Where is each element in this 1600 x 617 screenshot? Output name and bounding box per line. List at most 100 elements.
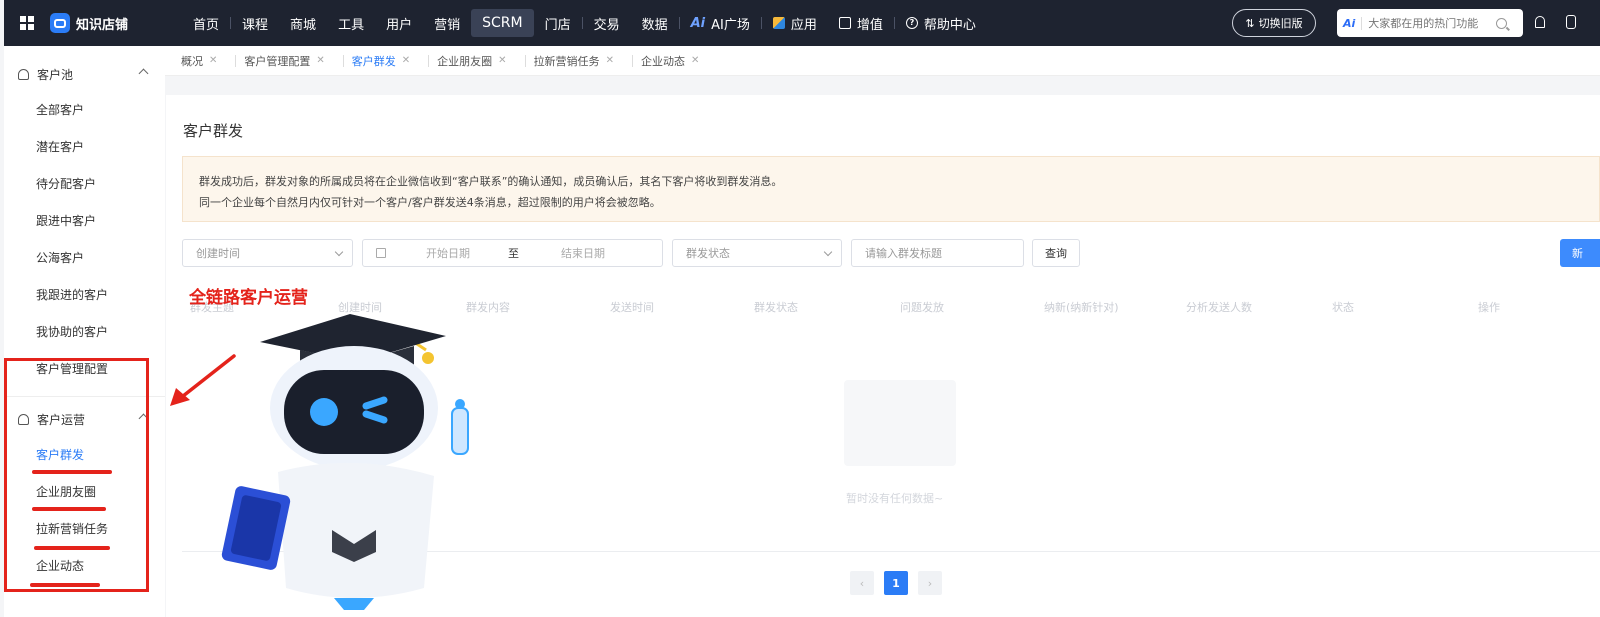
highlight-underline	[34, 546, 110, 550]
global-search[interactable]: Ai	[1337, 9, 1523, 37]
sidebar-item-mass-message[interactable]: 客户群发	[4, 437, 165, 474]
close-icon[interactable]: ✕	[316, 55, 324, 66]
tab-divider	[524, 54, 526, 67]
chevron-up-icon	[138, 413, 149, 424]
time-type-select[interactable]: 创建时间	[182, 239, 353, 267]
sidebar-divider	[4, 396, 165, 397]
sidebar-item-acquisition-tasks[interactable]: 拉新营销任务	[4, 511, 165, 548]
global-search-input[interactable]	[1368, 16, 1497, 30]
notice-line: 群发成功后，群发对象的所属成员将在企业微信收到“客户联系”的确认通知，成员确认后…	[199, 175, 783, 188]
tab-overview[interactable]: 概况 ✕	[181, 53, 227, 69]
logo[interactable]: 知识店铺	[50, 13, 128, 33]
highlight-underline	[32, 470, 112, 474]
highlight-underline	[30, 583, 100, 587]
table-header-cell: 群发状态	[754, 301, 798, 314]
close-icon[interactable]: ✕	[691, 55, 699, 66]
sidebar-item-public-pool[interactable]: 公海客户	[4, 240, 165, 277]
nav-help[interactable]: ? 帮助中心	[895, 9, 987, 37]
switch-icon: ⇅	[1245, 16, 1255, 30]
nav-tools[interactable]: 工具	[327, 9, 375, 37]
table-header-cell: 分析发送人数	[1186, 301, 1252, 314]
message-icon[interactable]	[1566, 15, 1576, 29]
status-placeholder: 群发状态	[686, 247, 730, 260]
sidebar-item-enterprise-news[interactable]: 企业动态	[4, 548, 165, 585]
tab-label: 拉新营销任务	[533, 54, 600, 68]
search-icon[interactable]	[1496, 17, 1508, 29]
status-select[interactable]: 群发状态	[672, 239, 842, 267]
date-range-picker[interactable]: 开始日期 至 结束日期	[362, 239, 663, 267]
query-button[interactable]: 查询	[1032, 239, 1080, 267]
calendar-icon	[376, 248, 386, 258]
sidebar-item-unassigned-customers[interactable]: 待分配客户	[4, 166, 165, 203]
nav-mall[interactable]: 商城	[279, 9, 327, 37]
new-button[interactable]: 新	[1560, 239, 1600, 267]
sidebar-group-label: 客户池	[37, 67, 74, 82]
nav-scrm[interactable]: SCRM	[471, 9, 534, 37]
prev-page-button[interactable]: ‹	[850, 571, 874, 595]
sidebar-group-customer-pool[interactable]: 客户池	[4, 56, 165, 92]
start-date-placeholder[interactable]: 开始日期	[426, 245, 470, 261]
tab-label: 概况	[181, 54, 203, 68]
table-header-cell: 纳新(纳新针对)	[1044, 301, 1119, 314]
nav-help-label: 帮助中心	[923, 17, 976, 33]
nav-data[interactable]: 数据	[631, 9, 679, 37]
close-icon[interactable]: ✕	[498, 55, 506, 66]
nav-courses[interactable]: 课程	[231, 9, 279, 37]
sidebar-item-my-followed[interactable]: 我跟进的客户	[4, 277, 165, 314]
sidebar-group-customer-operations[interactable]: 客户运营	[4, 401, 165, 437]
tab-customer-config[interactable]: 客户管理配置 ✕	[244, 53, 334, 69]
tab-enterprise-moments[interactable]: 企业朋友圈 ✕	[437, 53, 516, 69]
sidebar-item-potential-customers[interactable]: 潜在客户	[4, 129, 165, 166]
tab-divider	[631, 54, 633, 67]
tab-mass-message[interactable]: 客户群发 ✕	[352, 53, 420, 69]
chevron-up-icon	[138, 68, 149, 79]
switch-old-version-button[interactable]: ⇅ 切换旧版	[1232, 9, 1316, 37]
bell-icon[interactable]	[1535, 16, 1545, 28]
nav-value-added[interactable]: 增值	[828, 9, 894, 37]
sidebar-item-following-customers[interactable]: 跟进中客户	[4, 203, 165, 240]
title-search-input[interactable]: 请输入群发标题	[851, 239, 1024, 267]
table-header-cell: 发送时间	[610, 301, 654, 314]
value-added-icon	[838, 17, 851, 29]
next-page-button[interactable]: ›	[918, 571, 942, 595]
grid-menu-icon[interactable]	[20, 16, 34, 30]
logo-icon	[50, 13, 70, 33]
nav-ai-plaza[interactable]: Ai AI广场	[680, 9, 761, 37]
sidebar-item-customer-config[interactable]: 客户管理配置	[4, 351, 165, 388]
sidebar-group-label: 客户运营	[37, 412, 86, 427]
filter-bar: 创建时间 开始日期 至 结束日期 群发状态 请输入群发标题 查询 新	[182, 239, 1600, 267]
pagination: ‹ 1 ›	[850, 571, 942, 595]
nav-value-added-label: 增值	[856, 17, 883, 33]
top-navigation-bar: 知识店铺 首页 课程 商城 工具 用户 营销 SCRM 门店 交易 数据 Ai …	[4, 0, 1600, 46]
close-icon[interactable]: ✕	[402, 55, 410, 66]
nav-apps[interactable]: 应用	[762, 9, 828, 37]
sidebar: 客户池 全部客户 潜在客户 待分配客户 跟进中客户 公海客户 我跟进的客户 我协…	[4, 46, 165, 617]
promo-headline: 全链路客户运营	[189, 288, 308, 308]
sidebar-item-enterprise-moments[interactable]: 企业朋友圈	[4, 474, 165, 511]
close-icon[interactable]: ✕	[209, 55, 217, 66]
tab-acquisition-tasks[interactable]: 拉新营销任务 ✕	[534, 53, 624, 69]
ai-icon: Ai	[690, 15, 706, 31]
tab-label: 客户管理配置	[244, 54, 311, 68]
sidebar-item-all-customers[interactable]: 全部客户	[4, 92, 165, 129]
nav-ai-plaza-label: AI广场	[711, 17, 750, 33]
nav-apps-label: 应用	[790, 17, 817, 33]
tab-label: 客户群发	[351, 54, 396, 68]
nav-store[interactable]: 门店	[534, 9, 582, 37]
page-number-button[interactable]: 1	[884, 571, 908, 595]
nav-trade[interactable]: 交易	[583, 9, 631, 37]
close-icon[interactable]: ✕	[606, 55, 614, 66]
notice-banner: 群发成功后，群发对象的所属成员将在企业微信收到“客户联系”的确认通知，成员确认后…	[182, 156, 1600, 222]
table-header-cell: 问题发放	[900, 301, 944, 314]
switch-old-version-label: 切换旧版	[1258, 17, 1303, 30]
tab-enterprise-news[interactable]: 企业动态 ✕	[641, 53, 709, 69]
chevron-down-icon	[823, 247, 833, 257]
table-header-cell: 操作	[1478, 301, 1500, 314]
sidebar-item-my-assisted[interactable]: 我协助的客户	[4, 314, 165, 351]
notice-line: 同一个企业每个自然月内仅可针对一个客户/客户群发送4条消息，超过限制的用户将会被…	[199, 196, 661, 209]
end-date-placeholder[interactable]: 结束日期	[561, 245, 605, 261]
nav-home[interactable]: 首页	[182, 9, 230, 37]
nav-marketing[interactable]: 营销	[423, 9, 471, 37]
nav-users[interactable]: 用户	[375, 9, 423, 37]
tab-label: 企业动态	[640, 54, 685, 68]
